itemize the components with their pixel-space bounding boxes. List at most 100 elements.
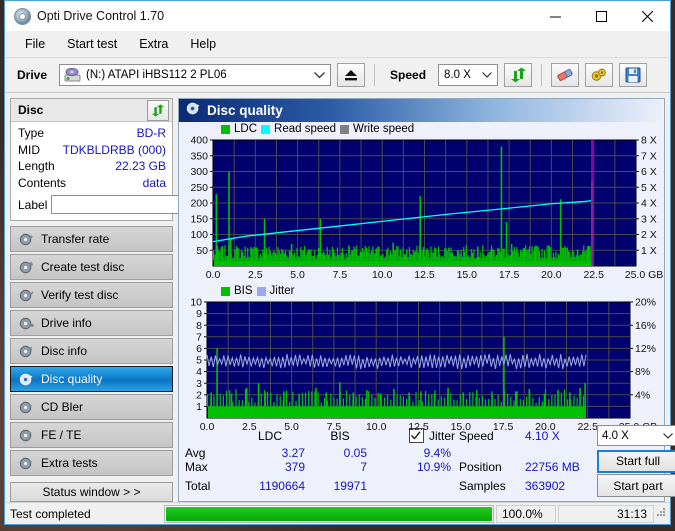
stats-avg-jitter: 9.4% <box>423 446 451 460</box>
svg-text:20.0: 20.0 <box>541 269 562 281</box>
charts-area: LDC Read speed Write speed 400 350 300 250 2… <box>179 122 664 433</box>
svg-text:9: 9 <box>196 308 202 320</box>
bis-jitter-chart-svg: 10987654321 20% 16% 12% 8% 4% 0.0 2.5 5.0 7.5 10.0… <box>190 297 657 433</box>
svg-text:3 X: 3 X <box>641 213 657 225</box>
legend-swatch-jitter <box>256 286 266 296</box>
svg-text:12.5: 12.5 <box>414 269 435 281</box>
disc-bler-icon <box>19 400 34 415</box>
main-content: Disc Type BD-R MID TDKBLDRBB (000) Lengt… <box>5 93 675 502</box>
svg-text:2: 2 <box>196 389 202 401</box>
menu-help[interactable]: Help <box>179 34 227 54</box>
right-panel: Disc quality LDC Read speed Write speed <box>178 98 675 502</box>
sidebar-label-extra-tests: Extra tests <box>41 456 98 470</box>
svg-text:7.5: 7.5 <box>327 421 342 433</box>
svg-text:250: 250 <box>190 182 208 194</box>
erase-button[interactable] <box>551 63 580 87</box>
close-button[interactable] <box>624 1 670 31</box>
ldc-chart-legend: LDC Read speed Write speed <box>221 123 414 135</box>
svg-text:7 X: 7 X <box>641 150 657 162</box>
maximize-button[interactable] <box>578 1 624 31</box>
sidebar-label-fe-te: FE / TE <box>41 428 82 442</box>
disc-refresh-button[interactable] <box>147 99 169 121</box>
ldc-chart: LDC Read speed Write speed 400 350 300 250 2… <box>179 122 664 284</box>
svg-text:6 X: 6 X <box>641 166 657 178</box>
speed-select[interactable]: 8.0 X <box>438 64 499 86</box>
sidebar-label-disc-info: Disc info <box>41 344 88 358</box>
disc-info-icon <box>19 344 34 359</box>
disc-row-length: Length 22.23 GB <box>18 158 166 175</box>
legend-label-bis: BIS <box>234 285 253 297</box>
drive-select[interactable]: (N:) ATAPI iHBS112 2 PL06 <box>59 64 332 86</box>
disc-label-row: Label <box>18 194 256 215</box>
svg-text:5 X: 5 X <box>641 182 657 194</box>
legend-swatch-ldc <box>221 124 230 134</box>
legend-swatch-bis <box>221 286 230 296</box>
disc-transfer-icon <box>19 232 34 247</box>
stats-max-bis: 7 <box>360 460 367 474</box>
eject-button[interactable] <box>337 63 366 87</box>
svg-text:8%: 8% <box>635 366 650 378</box>
minimize-button[interactable] <box>532 1 578 31</box>
status-window-button[interactable]: Status window > > <box>10 482 173 502</box>
bis-jitter-chart: BIS Jitter 10 9 8 7 6 5 4 3 2 1 20% 16% 12% 8% 4% 0.0 2.… <box>179 284 664 436</box>
svg-text:300: 300 <box>190 166 208 178</box>
stats-avg-ldc: 3.27 <box>281 446 305 460</box>
disc-drive-icon <box>19 316 34 331</box>
sidebar-item-extra-tests[interactable]: Extra tests <box>10 450 173 476</box>
disc-quality-panel: Disc quality LDC Read speed Write speed <box>178 98 675 502</box>
svg-text:10.0: 10.0 <box>372 269 393 281</box>
svg-text:2.5: 2.5 <box>242 421 257 433</box>
nav-list: Transfer rate Create test disc Verify te… <box>10 226 173 476</box>
start-part-button[interactable]: Start part <box>597 474 675 497</box>
disc-row-contents: Contents data <box>18 175 166 192</box>
sidebar-item-disc-quality[interactable]: Disc quality <box>10 366 173 392</box>
sidebar-item-cd-bler[interactable]: CD Bler <box>10 394 173 420</box>
result-speed-select[interactable]: 4.0 X <box>597 425 675 446</box>
stats-total-bis: 19971 <box>333 478 367 493</box>
svg-text:200: 200 <box>190 198 208 210</box>
svg-text:3: 3 <box>196 378 202 390</box>
svg-text:20%: 20% <box>635 297 656 309</box>
svg-text:1: 1 <box>196 401 202 413</box>
save-button[interactable] <box>619 63 648 87</box>
disc-key-type: Type <box>18 126 45 140</box>
svg-text:6: 6 <box>196 343 202 355</box>
sidebar-item-verify-test-disc[interactable]: Verify test disc <box>10 282 173 308</box>
sidebar-item-transfer-rate[interactable]: Transfer rate <box>10 226 173 252</box>
svg-text:50: 50 <box>196 245 208 257</box>
start-full-button[interactable]: Start full <box>597 449 675 473</box>
svg-text:25.0 GB: 25.0 GB <box>625 269 664 281</box>
svg-text:15.0: 15.0 <box>457 269 478 281</box>
menu-file[interactable]: File <box>14 34 56 54</box>
sidebar-item-create-test-disc[interactable]: Create test disc <box>10 254 173 280</box>
menu-start-test[interactable]: Start test <box>56 34 128 54</box>
svg-text:12%: 12% <box>635 343 656 355</box>
app-disc-icon <box>13 7 31 25</box>
panel-disc-quality-icon <box>186 101 201 121</box>
disc-extra-icon <box>19 456 34 471</box>
chevron-down-icon <box>482 65 492 85</box>
stats-row-label-max: Max <box>185 460 208 474</box>
disc-value-contents: data <box>142 175 166 190</box>
sidebar-label-create-test-disc: Create test disc <box>41 260 125 274</box>
legend-label-jitter: Jitter <box>269 285 295 297</box>
disc-key-length: Length <box>18 159 55 173</box>
sidebar-label-drive-info: Drive info <box>41 316 92 330</box>
sidebar-item-fe-te[interactable]: FE / TE <box>10 422 173 448</box>
sidebar-item-drive-info[interactable]: Drive info <box>10 310 173 336</box>
svg-text:12.5: 12.5 <box>408 421 429 433</box>
window-title: Opti Drive Control 1.70 <box>37 9 165 23</box>
refresh-button[interactable] <box>504 63 533 87</box>
disc-info-panel: Disc Type BD-R MID TDKBLDRBB (000) Lengt… <box>10 98 256 221</box>
legend-swatch-read-speed <box>261 124 271 134</box>
disc-value-length: 22.23 GB <box>115 159 166 173</box>
svg-text:150: 150 <box>190 213 208 225</box>
resize-grip[interactable] <box>656 505 668 523</box>
svg-text:7: 7 <box>196 331 202 343</box>
disc-panel-header: Disc <box>11 99 172 122</box>
sidebar-item-disc-info[interactable]: Disc info <box>10 338 173 364</box>
settings-button[interactable] <box>585 63 614 87</box>
menu-extra[interactable]: Extra <box>128 34 179 54</box>
svg-text:350: 350 <box>190 150 208 162</box>
chevron-down-icon <box>663 426 673 445</box>
